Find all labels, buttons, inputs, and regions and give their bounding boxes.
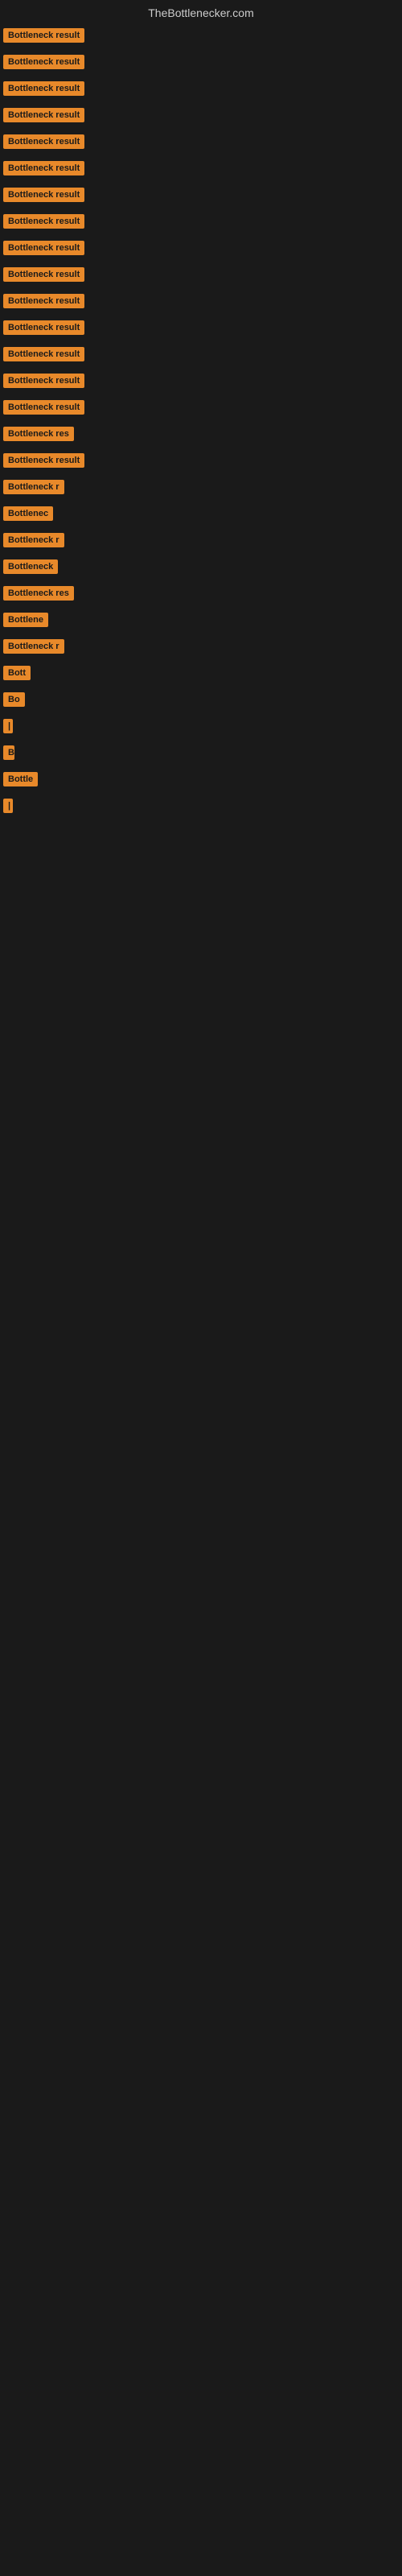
list-item: Bottleneck result: [3, 316, 402, 343]
bottleneck-badge[interactable]: Bottleneck res: [3, 427, 74, 441]
list-item: |: [3, 795, 402, 821]
bottleneck-badge[interactable]: Bottleneck result: [3, 214, 84, 229]
list-item: Bottlenec: [3, 502, 402, 529]
bottleneck-badge[interactable]: Bottleneck res: [3, 586, 74, 601]
bottleneck-badge[interactable]: Bottleneck r: [3, 533, 64, 547]
items-container: Bottleneck result Bottleneck result Bottle…: [0, 23, 402, 821]
list-item: Bottleneck result: [3, 369, 402, 396]
bottleneck-badge[interactable]: |: [3, 719, 13, 733]
list-item: Bottleneck result: [3, 157, 402, 184]
bottleneck-badge[interactable]: Bottleneck: [3, 559, 58, 574]
list-item: Bottleneck result: [3, 24, 402, 51]
bottleneck-badge[interactable]: Bottle: [3, 772, 38, 786]
list-item: Bottlene: [3, 609, 402, 635]
list-item: Bottle: [3, 768, 402, 795]
bottleneck-badge[interactable]: Bottleneck result: [3, 374, 84, 388]
list-item: Bottleneck res: [3, 582, 402, 609]
site-header: TheBottlenecker.com: [0, 0, 402, 23]
bottleneck-badge[interactable]: Bottleneck result: [3, 267, 84, 282]
list-item: Bottleneck result: [3, 290, 402, 316]
list-item: Bottleneck result: [3, 396, 402, 423]
list-item: Bottleneck r: [3, 476, 402, 502]
list-item: Bottleneck result: [3, 237, 402, 263]
list-item: Bottleneck result: [3, 210, 402, 237]
list-item: Bottleneck r: [3, 635, 402, 662]
bottleneck-badge[interactable]: Bottleneck result: [3, 28, 84, 43]
bottleneck-badge[interactable]: Bottleneck result: [3, 400, 84, 415]
bottleneck-badge[interactable]: Bott: [3, 666, 31, 680]
list-item: Bottleneck result: [3, 77, 402, 104]
list-item: Bottleneck result: [3, 263, 402, 290]
bottleneck-badge[interactable]: Bo: [3, 692, 25, 707]
bottleneck-badge[interactable]: Bottleneck result: [3, 241, 84, 255]
bottleneck-badge[interactable]: Bottlene: [3, 613, 48, 627]
bottleneck-badge[interactable]: Bottleneck result: [3, 81, 84, 96]
bottleneck-badge[interactable]: Bottleneck result: [3, 108, 84, 122]
bottleneck-badge[interactable]: Bottleneck result: [3, 294, 84, 308]
list-item: Bo: [3, 688, 402, 715]
bottleneck-badge[interactable]: Bottleneck result: [3, 161, 84, 175]
bottleneck-badge[interactable]: |: [3, 799, 13, 813]
list-item: Bottleneck res: [3, 423, 402, 449]
bottleneck-badge[interactable]: Bottleneck result: [3, 134, 84, 149]
list-item: |: [3, 715, 402, 741]
bottleneck-badge[interactable]: Bottleneck result: [3, 347, 84, 361]
list-item: Bottleneck: [3, 555, 402, 582]
bottleneck-badge[interactable]: Bottleneck result: [3, 453, 84, 468]
list-item: Bottleneck result: [3, 104, 402, 130]
bottleneck-badge[interactable]: Bottleneck result: [3, 188, 84, 202]
bottleneck-badge[interactable]: Bottleneck result: [3, 320, 84, 335]
list-item: Bottleneck result: [3, 51, 402, 77]
list-item: Bottleneck result: [3, 184, 402, 210]
list-item: Bottleneck result: [3, 130, 402, 157]
list-item: Bottleneck result: [3, 343, 402, 369]
list-item: Bott: [3, 662, 402, 688]
bottleneck-badge[interactable]: B: [3, 745, 14, 760]
list-item: B: [3, 741, 402, 768]
bottleneck-badge[interactable]: Bottleneck r: [3, 480, 64, 494]
list-item: Bottleneck r: [3, 529, 402, 555]
bottleneck-badge[interactable]: Bottleneck result: [3, 55, 84, 69]
bottleneck-badge[interactable]: Bottleneck r: [3, 639, 64, 654]
bottleneck-badge[interactable]: Bottlenec: [3, 506, 53, 521]
site-title: TheBottlenecker.com: [148, 6, 254, 19]
list-item: Bottleneck result: [3, 449, 402, 476]
